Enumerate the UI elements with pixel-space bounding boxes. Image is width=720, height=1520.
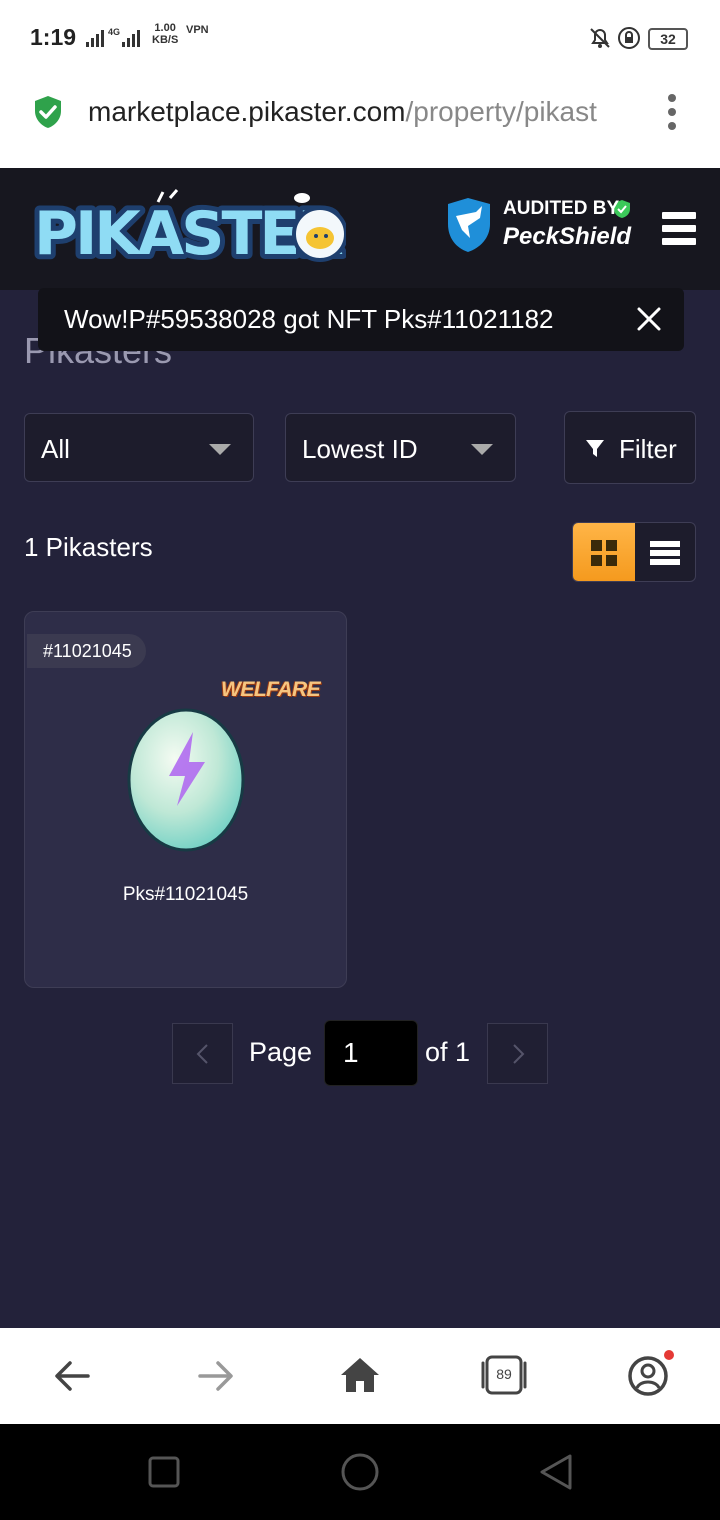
type-select-value: All — [41, 434, 70, 464]
toast-message: Wow!P#59538028 got NFT Pks#11021182 — [64, 304, 554, 334]
prev-page-button[interactable] — [172, 1023, 233, 1084]
sort-select[interactable]: Lowest ID — [285, 413, 516, 482]
back-arrow-icon[interactable] — [54, 1360, 90, 1392]
chevron-right-icon — [513, 1044, 525, 1064]
filter-icon — [586, 440, 604, 457]
view-toggle — [572, 522, 696, 582]
grid-view-button[interactable] — [573, 523, 635, 581]
nft-card[interactable]: #11021045 WELFARE Pks#11021045 — [24, 611, 347, 988]
tabs-button[interactable]: 89 — [480, 1354, 528, 1396]
browser-bottom-bar: 89 — [0, 1328, 720, 1424]
back-triangle-icon[interactable] — [538, 1454, 574, 1490]
url-host: marketplace.pikaster.com — [88, 96, 406, 127]
url-field[interactable]: marketplace.pikaster.com/property/pikast — [88, 96, 634, 128]
next-page-button[interactable] — [487, 1023, 548, 1084]
account-icon[interactable] — [626, 1348, 676, 1398]
signal-icon: 4G — [86, 27, 140, 47]
secure-shield-icon[interactable] — [32, 94, 64, 130]
home-icon[interactable] — [340, 1356, 380, 1394]
welfare-tag: WELFARE — [221, 678, 321, 701]
page-number-input[interactable] — [324, 1020, 418, 1086]
network-speed: 1.00 KB/S — [152, 22, 178, 46]
hamburger-menu-icon[interactable] — [662, 212, 698, 246]
system-navigation-bar — [0, 1424, 720, 1520]
filter-label: Filter — [619, 434, 677, 464]
url-path: /property/pikast — [405, 96, 597, 127]
status-bar: 1:19 4G 1.00 KB/S VPN 32 — [0, 0, 720, 76]
list-icon — [650, 541, 680, 565]
type-select[interactable]: All — [24, 413, 254, 482]
speed-value: 1.00 — [154, 22, 176, 34]
card-id-badge: #11021045 — [27, 634, 146, 668]
forward-arrow-icon[interactable] — [198, 1360, 234, 1392]
recents-square-icon[interactable] — [148, 1456, 180, 1488]
egg-image — [127, 708, 245, 852]
audit-title: AUDITED BY — [503, 198, 620, 219]
lock-rotation-icon — [618, 27, 640, 49]
close-icon[interactable] — [634, 304, 664, 334]
filter-button[interactable]: Filter — [564, 411, 696, 484]
chevron-left-icon — [196, 1044, 208, 1064]
home-circle-icon[interactable] — [340, 1452, 380, 1492]
notification-toast: Wow!P#59538028 got NFT Pks#11021182 — [38, 288, 684, 351]
tabs-count: 89 — [496, 1366, 512, 1382]
page-label: Page — [249, 1037, 313, 1067]
audit-name: PeckShield — [503, 223, 632, 250]
speed-unit: KB/S — [152, 34, 179, 46]
browser-url-bar: marketplace.pikaster.com/property/pikast — [0, 76, 720, 168]
grid-icon — [591, 540, 617, 566]
status-time: 1:19 — [30, 24, 77, 50]
card-name: Pks#11021045 — [122, 884, 249, 905]
more-options-icon[interactable] — [664, 94, 680, 130]
site-header: PIKASTER PIKASTER AUDITED BY PeckShield — [0, 168, 720, 290]
vpn-icon: VPN — [186, 24, 209, 36]
pikaster-logo[interactable]: PIKASTER PIKASTER — [30, 188, 346, 270]
svg-text:4G: 4G — [108, 27, 120, 37]
chevron-down-icon — [471, 444, 493, 455]
list-view-button[interactable] — [635, 523, 695, 581]
chevron-down-icon — [209, 444, 231, 455]
results-count: 1 Pikasters — [24, 532, 153, 562]
mute-bell-icon — [590, 28, 610, 48]
page-total: of 1 — [425, 1037, 471, 1067]
battery-indicator: 32 — [648, 28, 688, 50]
sort-select-value: Lowest ID — [302, 434, 418, 464]
